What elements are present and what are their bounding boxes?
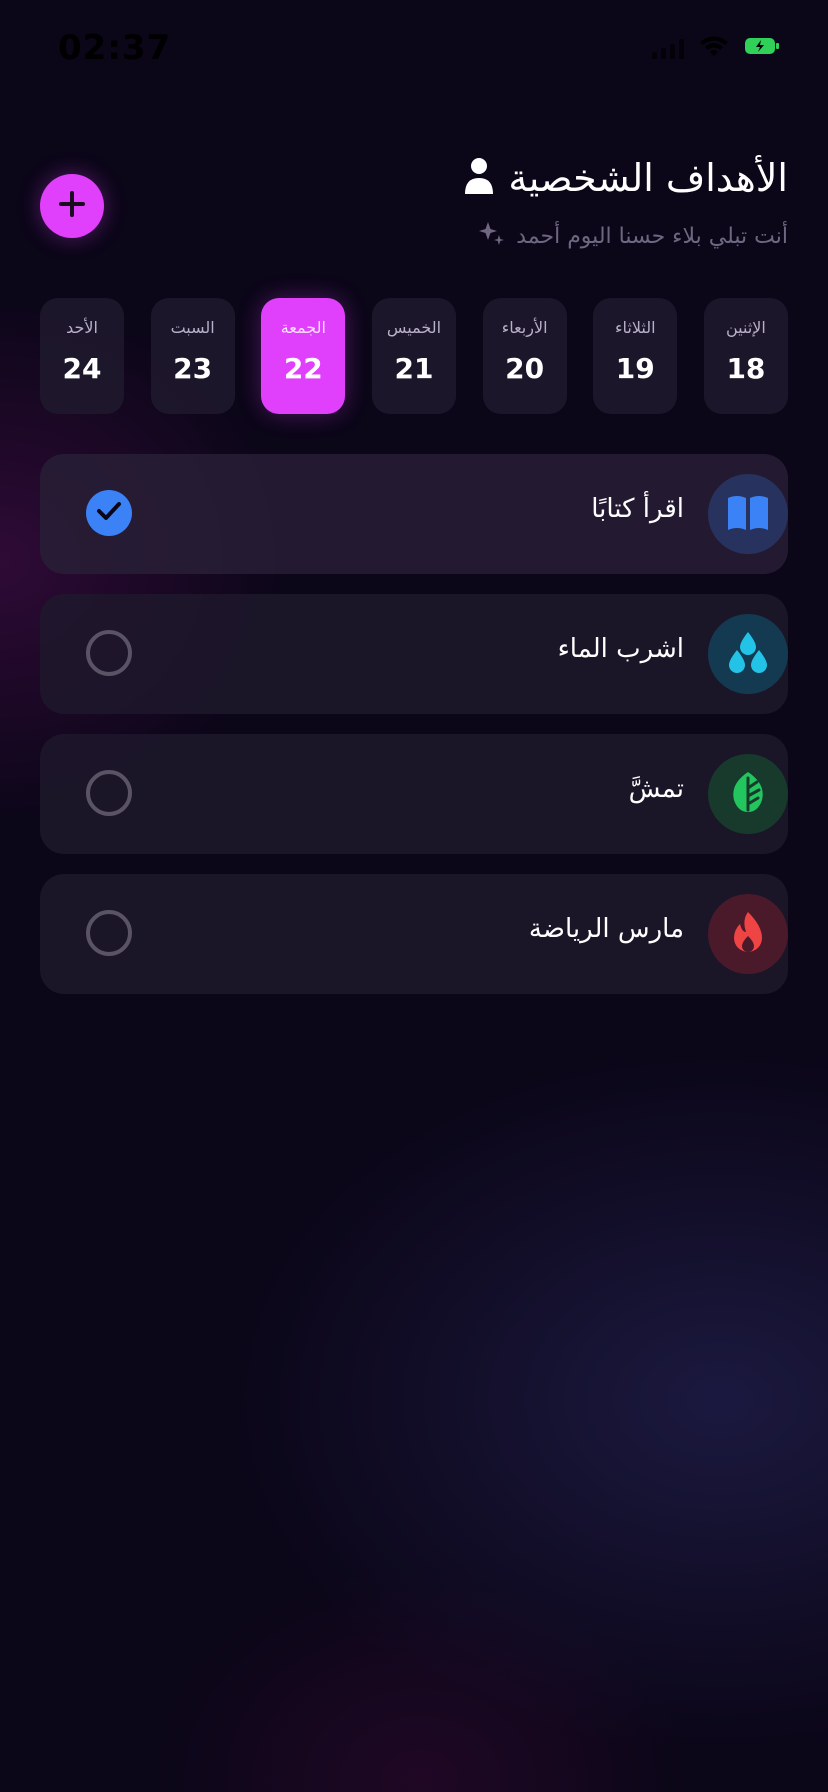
goal-label: تمشَّ: [628, 774, 684, 804]
cellular-signal-icon: [652, 37, 684, 59]
book-icon: [726, 492, 770, 536]
goal-card-exercise[interactable]: مارس الرياضة: [40, 874, 788, 994]
goal-list: اقرأ كتابًا اشرب الماء تمشَّ مارس الرياض…: [40, 454, 788, 1014]
day-name: الأحد: [66, 318, 98, 337]
sparkles-icon: [478, 220, 506, 252]
title-row: الأهداف الشخصية: [464, 156, 788, 200]
goal-checkbox-checked[interactable]: [86, 490, 132, 536]
day-sunday[interactable]: الأحد 24: [40, 298, 124, 414]
goal-card-read-book[interactable]: اقرأ كتابًا: [40, 454, 788, 574]
day-name: الثلاثاء: [615, 318, 656, 337]
subtitle-row: أنت تبلي بلاء حسنا اليوم أحمد: [478, 220, 788, 252]
day-number: 22: [283, 352, 323, 385]
goal-label: اقرأ كتابًا: [591, 494, 684, 524]
day-friday-selected[interactable]: الجمعة 22: [261, 298, 346, 414]
day-wednesday[interactable]: الأربعاء 20: [482, 298, 567, 414]
checkmark-icon: [96, 500, 122, 526]
wifi-icon: [698, 34, 730, 62]
goal-label: اشرب الماء: [557, 634, 684, 664]
goal-card-walk[interactable]: تمشَّ: [40, 734, 788, 854]
leaf-icon: [728, 770, 768, 818]
goal-checkbox[interactable]: [86, 910, 132, 956]
goal-card-drink-water[interactable]: اشرب الماء: [40, 594, 788, 714]
day-name: الخميس: [386, 318, 442, 337]
status-icons: [652, 34, 780, 62]
person-icon: [464, 156, 494, 200]
battery-icon: [744, 36, 780, 60]
plus-icon: [57, 189, 87, 223]
day-name: الأربعاء: [501, 318, 548, 337]
page-title: الأهداف الشخصية: [508, 156, 788, 200]
flame-icon: [728, 910, 768, 958]
day-number: 19: [615, 352, 655, 385]
day-number: 24: [62, 352, 102, 385]
day-tuesday[interactable]: الثلاثاء 19: [593, 298, 678, 414]
subtitle: أنت تبلي بلاء حسنا اليوم أحمد: [516, 223, 788, 249]
day-number: 20: [505, 352, 545, 385]
goal-icon-badge: [708, 894, 788, 974]
add-goal-button[interactable]: [40, 174, 104, 238]
day-number: 23: [173, 352, 213, 385]
day-number: 21: [394, 352, 434, 385]
day-number: 18: [726, 352, 766, 385]
header: الأهداف الشخصية أنت تبلي بلاء حسنا اليوم…: [40, 150, 788, 260]
goal-icon-badge: [708, 614, 788, 694]
status-bar: 02:37: [0, 0, 828, 100]
day-strip: الإثنين 18 الثلاثاء 19 الأربعاء 20 الخمي…: [40, 298, 788, 414]
day-name: الجمعة: [280, 318, 326, 337]
goal-icon-badge: [708, 754, 788, 834]
day-monday[interactable]: الإثنين 18: [703, 298, 788, 414]
day-name: الإثنين: [726, 318, 766, 337]
goal-checkbox[interactable]: [86, 770, 132, 816]
day-saturday[interactable]: السبت 23: [150, 298, 235, 414]
water-drops-icon: [726, 630, 770, 678]
day-name: السبت: [170, 318, 215, 337]
goal-icon-badge: [708, 474, 788, 554]
status-time: 02:37: [58, 28, 172, 68]
goal-label: مارس الرياضة: [528, 914, 684, 944]
goal-checkbox[interactable]: [86, 630, 132, 676]
day-thursday[interactable]: الخميس 21: [371, 298, 456, 414]
